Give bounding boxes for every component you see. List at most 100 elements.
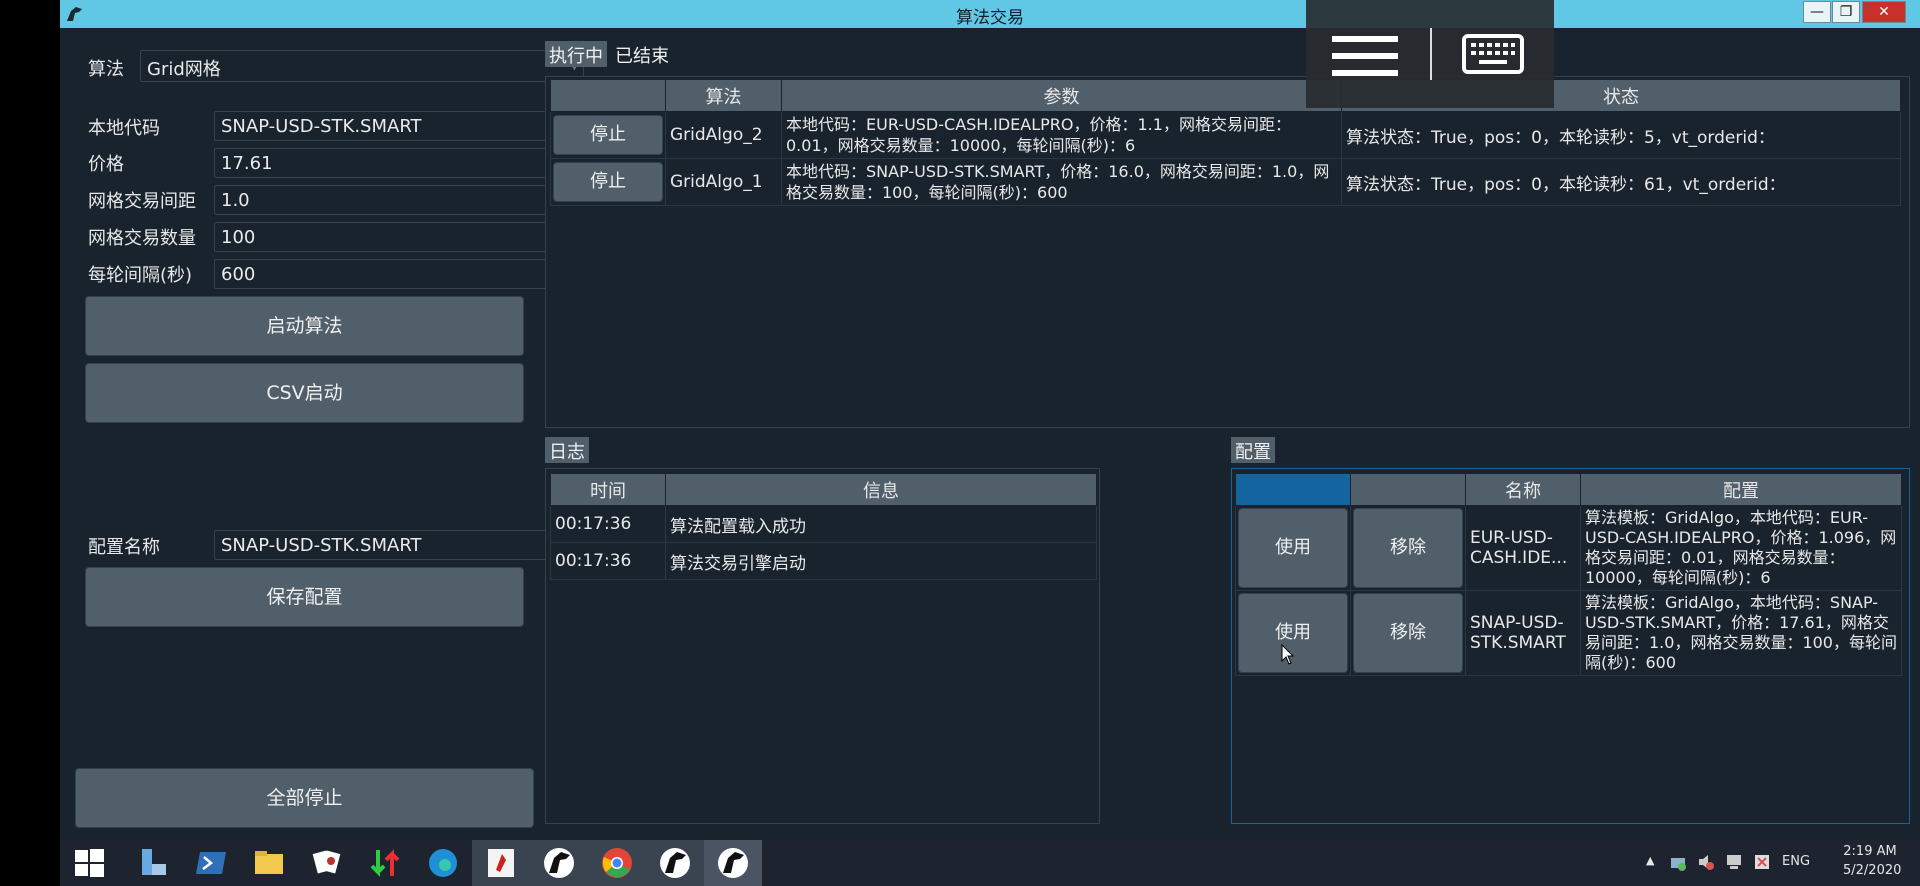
table-header: 时间 信息 xyxy=(550,473,1097,506)
algo-select[interactable]: Grid网格 ▼ xyxy=(140,50,584,82)
field-label-grid-step: 网格交易间距 xyxy=(88,191,196,212)
taskbar-solitaire[interactable] xyxy=(298,840,356,886)
column-header xyxy=(1350,473,1466,506)
taskbar-transfer[interactable] xyxy=(356,840,414,886)
config-name-label: 配置名称 xyxy=(88,537,160,558)
tray-network-icon[interactable] xyxy=(1668,852,1688,872)
symbol-input[interactable]: SNAP-USD-STK.SMART xyxy=(214,111,584,141)
tab-config[interactable]: 配置 xyxy=(1231,437,1275,463)
taskbar-horse-app-1[interactable] xyxy=(530,840,588,886)
tray-show-hidden-icon[interactable]: ▲ xyxy=(1646,854,1654,867)
grid-volume-input[interactable]: 100 xyxy=(214,222,584,252)
stop-all-button[interactable]: 全部停止 xyxy=(75,768,534,828)
window-title: 算法交易 xyxy=(956,8,1024,28)
start-algo-button[interactable]: 启动算法 xyxy=(85,296,524,356)
remove-config-button[interactable]: 移除 xyxy=(1353,593,1463,673)
taskbar-horse-app-2[interactable] xyxy=(646,840,704,886)
table-row: 00:17:36 算法配置载入成功 xyxy=(550,505,1097,543)
file-explorer-icon xyxy=(255,851,283,874)
menu-icon[interactable] xyxy=(1332,36,1398,76)
taskbar-server-manager[interactable] xyxy=(124,840,182,886)
grid-step-input[interactable]: 1.0 xyxy=(214,185,584,215)
log-time-cell: 00:17:36 xyxy=(550,505,666,543)
field-label-grid-volume: 网格交易数量 xyxy=(88,228,196,249)
table-header: 名称 配置 xyxy=(1235,473,1902,506)
remove-config-button[interactable]: 移除 xyxy=(1353,508,1463,588)
table-row: 00:17:36 算法交易引擎启动 xyxy=(550,542,1097,580)
remote-control-overlay xyxy=(1306,0,1554,108)
log-message-cell: 算法交易引擎启动 xyxy=(665,542,1097,580)
use-config-button[interactable]: 使用 xyxy=(1238,508,1348,588)
algo-select-value: Grid网格 xyxy=(147,59,221,80)
config-name-cell: SNAP-USD-STK.SMART xyxy=(1465,590,1581,676)
log-panel: 时间 信息 00:17:36 算法配置载入成功 00:17:36 算法交易引擎启… xyxy=(545,468,1100,824)
stop-algo-button[interactable]: 停止 xyxy=(553,162,663,202)
restore-button[interactable]: ❐ xyxy=(1832,1,1860,23)
taskbar-red-app[interactable] xyxy=(472,840,530,886)
config-setting-cell: 算法模板：GridAlgo，本地代码：EUR-USD-CASH.IDEALPRO… xyxy=(1580,505,1902,591)
active-algo-table: 算法 参数 状态 停止 GridAlgo_2 本地代码：EUR-USD-CASH… xyxy=(550,79,1901,206)
use-config-label: 使用 xyxy=(1275,622,1311,643)
mouse-cursor-icon xyxy=(1281,644,1295,665)
log-message-cell: 算法配置载入成功 xyxy=(665,505,1097,543)
tray-volume-icon[interactable] xyxy=(1696,852,1716,872)
taskbar-horse-app-3[interactable] xyxy=(704,840,762,886)
tab-finished[interactable]: 已结束 xyxy=(611,41,673,67)
interval-input[interactable]: 600 xyxy=(214,259,584,289)
horse-app-icon xyxy=(544,848,574,878)
minimize-button[interactable]: — xyxy=(1803,1,1831,23)
column-header: 算法 xyxy=(665,79,782,112)
tray-security-icon[interactable] xyxy=(1752,852,1772,872)
log-table: 时间 信息 00:17:36 算法配置载入成功 00:17:36 算法交易引擎启… xyxy=(550,473,1097,580)
column-header: 名称 xyxy=(1465,473,1581,506)
clock-date: 5/2/2020 xyxy=(1843,863,1902,878)
price-input[interactable]: 17.61 xyxy=(214,148,584,178)
log-time-cell: 00:17:36 xyxy=(550,542,666,580)
stop-algo-button[interactable]: 停止 xyxy=(553,115,663,155)
taskbar-file-explorer[interactable] xyxy=(240,840,298,886)
config-table: 名称 配置 使用 移除 EUR-USD-CASH.IDE... 算法模板：Gri… xyxy=(1235,473,1902,676)
column-header: 信息 xyxy=(665,473,1097,506)
config-name-cell: EUR-USD-CASH.IDE... xyxy=(1465,505,1581,591)
tab-log[interactable]: 日志 xyxy=(545,437,589,463)
taskbar-chrome[interactable] xyxy=(588,840,646,886)
column-header: 配置 xyxy=(1580,473,1902,506)
config-name-input[interactable]: SNAP-USD-STK.SMART xyxy=(214,530,584,560)
tray-language[interactable]: ENG xyxy=(1782,854,1810,869)
csv-start-button[interactable]: CSV启动 xyxy=(85,363,524,423)
field-label-price: 价格 xyxy=(88,154,124,175)
algo-label: 算法 xyxy=(88,59,124,80)
config-setting-cell: 算法模板：GridAlgo，本地代码：SNAP-USD-STK.SMART，价格… xyxy=(1580,590,1902,676)
algo-name-cell: GridAlgo_2 xyxy=(665,111,782,159)
config-panel: 名称 配置 使用 移除 EUR-USD-CASH.IDE... 算法模板：Gri… xyxy=(1231,468,1910,824)
windows-start-icon xyxy=(75,849,104,877)
taskbar-start[interactable] xyxy=(60,840,118,886)
params-cell: 本地代码：EUR-USD-CASH.IDEALPRO，价格：1.1，网格交易间距… xyxy=(781,111,1342,159)
overlay-divider xyxy=(1430,28,1432,80)
save-config-button[interactable]: 保存配置 xyxy=(85,567,524,627)
column-header: 参数 xyxy=(781,79,1342,112)
active-algo-panel: 算法 参数 状态 停止 GridAlgo_2 本地代码：EUR-USD-CASH… xyxy=(545,76,1910,428)
status-cell: 算法状态：True，pos：0，本轮读秒：61，vt_orderid： xyxy=(1341,158,1901,206)
solitaire-icon xyxy=(312,850,341,874)
tray-device-icon[interactable] xyxy=(1724,852,1744,872)
chrome-icon xyxy=(602,848,632,878)
taskbar-edge[interactable] xyxy=(414,840,472,886)
table-row: 停止 GridAlgo_2 本地代码：EUR-USD-CASH.IDEALPRO… xyxy=(550,111,1901,159)
use-config-button[interactable]: 使用 xyxy=(1238,593,1348,673)
keyboard-icon[interactable] xyxy=(1462,34,1524,74)
title-bar[interactable]: 算法交易 — ❐ ✕ xyxy=(60,0,1920,28)
field-label-interval: 每轮间隔(秒) xyxy=(88,265,193,286)
taskbar-powershell[interactable] xyxy=(182,840,240,886)
column-header: 时间 xyxy=(550,473,666,506)
horse-app-icon xyxy=(718,848,748,878)
close-button[interactable]: ✕ xyxy=(1862,1,1906,23)
tray-clock[interactable]: 2:19 AM 5/2/2020 xyxy=(1843,844,1902,878)
tab-running[interactable]: 执行中 xyxy=(545,41,607,67)
powershell-icon xyxy=(196,852,226,874)
app-red-icon xyxy=(488,849,514,877)
status-cell: 算法状态：True，pos：0，本轮读秒：5，vt_orderid： xyxy=(1341,111,1901,159)
field-label-symbol: 本地代码 xyxy=(88,118,160,139)
column-header xyxy=(1235,473,1351,506)
taskbar: ▲ ENG 2:19 AM 5/2/2020 xyxy=(60,840,1920,886)
